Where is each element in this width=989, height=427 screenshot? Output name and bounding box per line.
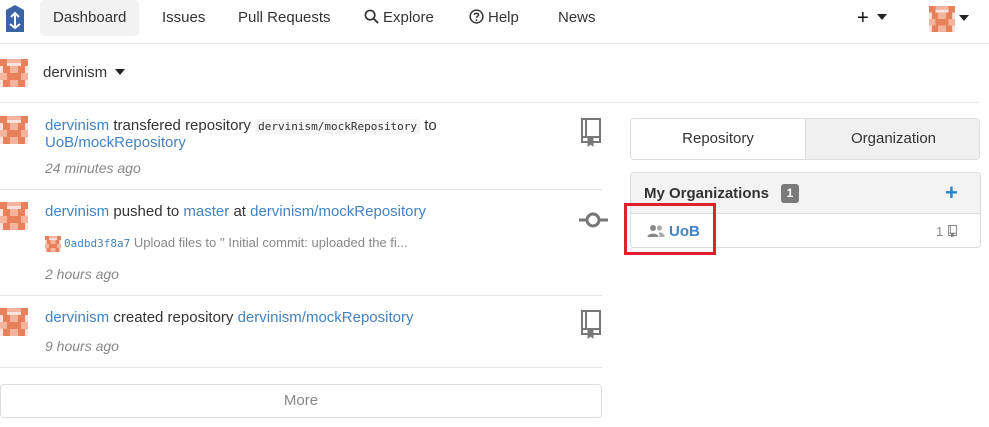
tab-repository[interactable]: Repository <box>631 119 805 159</box>
dashboard-tabs: Repository Organization <box>630 118 980 160</box>
chevron-down-icon <box>115 68 126 75</box>
actor-link[interactable]: dervinism <box>45 309 109 326</box>
chevron-down-icon <box>959 14 969 21</box>
repo-code: dervinism/mockRepository <box>255 119 421 134</box>
actor-link[interactable]: dervinism <box>45 203 109 220</box>
search-icon <box>364 9 379 24</box>
context-user-label: dervinism <box>43 64 108 81</box>
feed-item: dervinism transfered repository dervinis… <box>0 104 602 190</box>
repo-icon <box>581 310 601 339</box>
repo-icon <box>948 225 957 238</box>
orgs-count-badge: 1 <box>781 184 799 203</box>
nav-help-label: Help <box>488 9 519 26</box>
avatar <box>0 59 28 87</box>
avatar <box>0 116 28 144</box>
nav-explore[interactable]: Explore <box>351 0 447 36</box>
feed-action: pushed to <box>113 203 180 220</box>
logo-icon[interactable] <box>3 4 27 34</box>
commit-sha-link[interactable]: 0adbd3f8a7 <box>64 237 130 250</box>
avatar <box>45 235 61 252</box>
repo-icon <box>581 118 601 147</box>
context-user: dervinism <box>43 64 126 81</box>
avatar <box>0 202 28 230</box>
target-repo-link[interactable]: UoB/mockRepository <box>45 134 186 151</box>
feed-time: 24 minutes ago <box>45 160 141 176</box>
feed-time: 2 hours ago <box>45 266 119 282</box>
user-menu[interactable] <box>929 6 969 32</box>
orgs-title: My Organizations <box>644 185 770 202</box>
branch-link[interactable]: master <box>183 203 229 220</box>
feed-text: dervinism transfered repository dervinis… <box>45 118 475 151</box>
feed-time: 9 hours ago <box>45 338 119 354</box>
add-organization-button[interactable]: + <box>945 180 958 206</box>
help-icon <box>469 9 484 24</box>
feed-connector: to <box>424 117 437 134</box>
nav-dashboard[interactable]: Dashboard <box>40 0 140 36</box>
nav-pull-requests[interactable]: Pull Requests <box>225 0 344 36</box>
feed-connector: at <box>233 203 246 220</box>
tab-organization[interactable]: Organization <box>805 119 979 159</box>
more-button[interactable]: More <box>0 384 602 418</box>
commit-line: 0adbd3f8a7 Upload files to '' Initial co… <box>45 235 408 252</box>
feed-text: dervinism created repository dervinism/m… <box>45 310 545 326</box>
nav-news[interactable]: News <box>545 0 609 36</box>
target-repo-link[interactable]: dervinism/mockRepository <box>238 309 414 326</box>
org-repo-count-value: 1 <box>936 224 944 239</box>
feed-text: dervinism pushed to master at dervinism/… <box>45 204 545 220</box>
avatar <box>929 6 955 32</box>
plus-icon: + <box>857 7 869 29</box>
chevron-down-icon <box>876 14 887 21</box>
nav-issues[interactable]: Issues <box>149 0 218 36</box>
feed-action: transfered repository <box>113 117 251 134</box>
feed-action: created repository <box>113 309 234 326</box>
top-nav: Dashboard Issues Pull Requests Explore H… <box>0 0 989 44</box>
avatar <box>0 308 28 336</box>
create-dropdown[interactable]: + <box>857 8 887 28</box>
highlight-box <box>624 203 716 255</box>
org-repo-count: 1 <box>936 224 958 239</box>
commit-message: Upload files to '' Initial commit: uploa… <box>133 235 408 250</box>
actor-link[interactable]: dervinism <box>45 117 109 134</box>
nav-help[interactable]: Help <box>456 0 532 36</box>
target-repo-link[interactable]: dervinism/mockRepository <box>250 203 426 220</box>
context-switcher[interactable]: dervinism <box>0 46 979 103</box>
commit-icon <box>579 212 608 228</box>
feed-item: dervinism created repository dervinism/m… <box>0 296 602 368</box>
nav-explore-label: Explore <box>383 9 434 26</box>
feed-item: dervinism pushed to master at dervinism/… <box>0 190 608 296</box>
